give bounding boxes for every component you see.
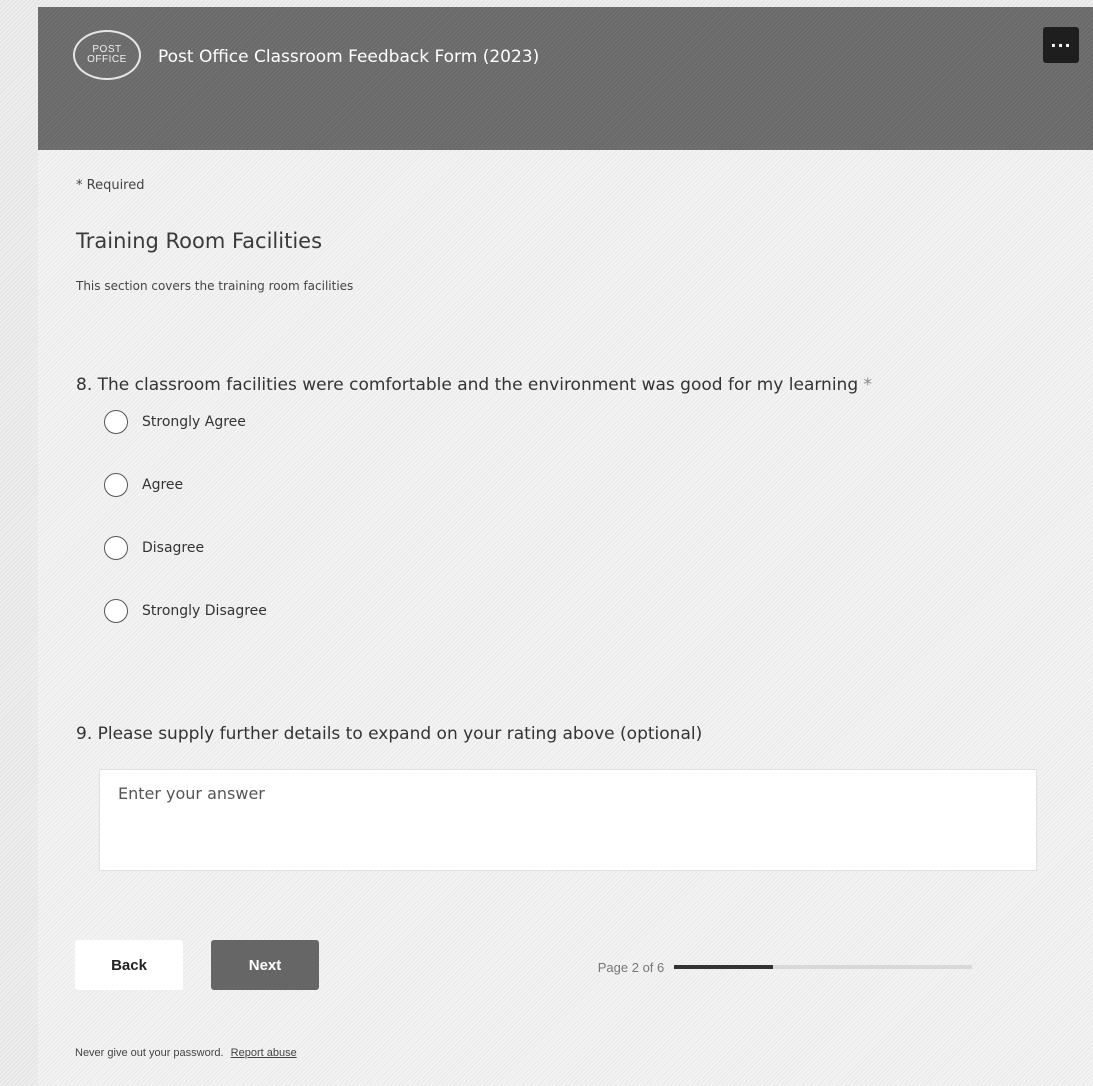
question-9-text: 9. Please supply further details to expa… [76,724,703,744]
page-progress: Page 2 of 6 [535,939,1035,995]
option-agree[interactable]: Agree [104,472,183,498]
option-label: Agree [142,477,184,493]
question-8-label: 8. The classroom facilities were comfort… [76,375,859,395]
progress-bar-fill [674,965,773,969]
form-title: Post Office Classroom Feedback Form (202… [158,47,540,67]
report-abuse-link[interactable]: Report abuse [231,1047,297,1059]
back-button[interactable]: Back [75,940,183,990]
ellipsis-icon: ··· [1050,35,1072,55]
section-title: Training Room Facilities [76,229,323,253]
progress-bar [674,965,973,969]
section-description: This section covers the training room fa… [76,279,354,293]
answer-input[interactable] [99,769,1037,871]
radio-disagree[interactable] [104,536,128,560]
post-office-logo: POST OFFICE [73,30,141,80]
option-label: Strongly Agree [142,414,246,430]
page-indicator: Page 2 of 6 [597,959,665,975]
option-strongly-agree[interactable]: Strongly Agree [104,409,246,435]
logo-line-2: OFFICE [87,54,127,65]
form-header: POST OFFICE Post Office Classroom Feedba… [38,7,1093,150]
required-asterisk: * [863,375,873,395]
option-label: Disagree [142,540,205,556]
option-label: Strongly Disagree [142,603,267,619]
radio-agree[interactable] [104,473,128,497]
question-8-text: 8. The classroom facilities were comfort… [76,375,872,395]
option-disagree[interactable]: Disagree [104,535,204,561]
radio-strongly-agree[interactable] [104,410,128,434]
form-page: POST OFFICE Post Office Classroom Feedba… [38,7,1093,1086]
required-note: * Required [76,178,145,193]
password-warning: Never give out your password. [75,1047,224,1059]
option-strongly-disagree[interactable]: Strongly Disagree [104,598,267,624]
next-button[interactable]: Next [211,940,319,990]
radio-strongly-disagree[interactable] [104,599,128,623]
more-options-button[interactable]: ··· [1043,27,1079,63]
footer: Never give out your password. Report abu… [75,1047,297,1059]
